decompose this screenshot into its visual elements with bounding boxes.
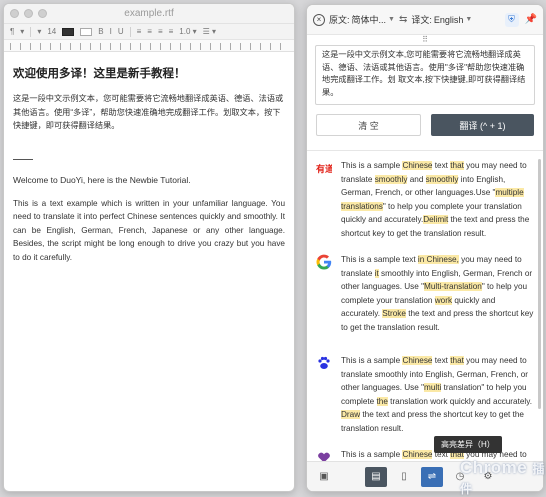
source-language-value: 简体中... [351,15,387,25]
watermark: Chrome 插件 [460,458,546,497]
highlighted-diff: smoothly [374,174,408,184]
line-spacing-select[interactable]: 1.0 ▾ [179,27,196,36]
result-segment: and [407,174,426,184]
chevron-down-icon: ▼ [388,16,395,23]
zoom-window-button[interactable] [38,9,47,18]
close-icon[interactable]: × [313,13,325,26]
source-language-label: 原文: [329,15,350,25]
result-segment: This is a sample [341,450,403,459]
justify-icon[interactable]: ≡ [169,27,174,36]
doc-zh-paragraph: 这是一段中文示例文本，您可能需要将它流畅地翻译成英语、德语、法语或其他语言。使用… [13,94,284,130]
clear-button[interactable]: 清 空 [316,114,421,136]
result-text: This is a sample Chinese text that you m… [341,354,535,435]
highlighted-diff: Chinese [402,356,433,365]
highlighted-diff: that [450,356,464,365]
swap-languages-icon[interactable]: ⇆ [399,14,407,25]
font-family-select[interactable]: ▾ [20,27,24,36]
align-left-icon[interactable]: ≡ [137,27,142,36]
toolbar-divider [129,26,131,37]
highlighted-diff: Draw [341,410,361,419]
target-language-select[interactable]: 译文: English ▼ [411,13,472,26]
result-text: This is a sample text in Chinese, you ma… [341,253,535,334]
doc-divider [13,158,33,160]
header-actions: ⛨ 📌 [504,12,537,27]
minimize-window-button[interactable] [24,9,33,18]
ruler-ticks [10,43,288,50]
result-segment: text [432,161,451,170]
window-controls [10,9,47,18]
editor-filename: example.rtf [124,8,174,19]
result-segment: This is a sample [341,161,403,170]
doc-zh-title: 欢迎使用多译！这里是新手教程！ [13,68,186,80]
highlight-diff-icon[interactable]: ⇌ [421,466,443,487]
close-window-button[interactable] [10,9,19,18]
image-icon[interactable]: ▣ [313,467,335,487]
tooltip-highlight-diff: 高亮差异（H） [434,436,502,453]
translation-results[interactable]: 有道 This is a sample Chinese text that yo… [307,150,543,491]
highlighted-diff: that [450,161,464,170]
highlighted-diff: the [376,396,388,406]
highlighted-diff: Delimit [423,215,449,224]
underline-button[interactable]: U [118,27,124,36]
chevron-down-icon: ▼ [465,16,473,23]
bold-button[interactable]: B [98,27,103,36]
highlighted-diff: Multi-translation [424,282,482,291]
result-google: This is a sample text in Chinese, you ma… [307,253,543,334]
watermark-main: Chrome [460,458,528,477]
result-youdao: 有道 This is a sample Chinese text that yo… [307,159,543,240]
baidu-icon [315,354,333,372]
ruler[interactable] [4,40,294,52]
result-baidu: This is a sample Chinese text that you m… [307,354,543,435]
drag-handle-icon[interactable]: ⠿ [307,35,543,45]
paragraph-style-select[interactable]: ¶ [10,27,14,36]
toolbar-divider [30,26,32,37]
result-segment: translation work quickly and accurately. [387,396,532,406]
result-segment: text [432,356,451,365]
youdao-icon: 有道 [315,159,333,177]
highlighted-diff: Chinese [402,161,433,170]
translator-window: × 原文: 简体中... ▼ ⇆ 译文: English ▼ ⛨ 📌 ⠿ 这是一… [306,4,544,492]
highlighted-diff: in Chinese, [417,255,459,264]
target-language-value: English [433,14,464,25]
shield-icon[interactable]: ⛨ [504,12,519,27]
align-center-icon[interactable]: ≡ [147,27,152,36]
result-text: This is a sample Chinese text that you m… [341,159,535,240]
layout-toggle-icon[interactable]: ▤ [365,466,387,487]
italic-button[interactable]: I [110,27,112,36]
result-segment: This is a sample text [341,255,418,264]
translate-button[interactable]: 翻译 (^ + 1) [431,114,534,136]
format-toolbar: ¶ ▾ ▾ 14 B I U ≡ ≡ ≡ ≡ 1.0 ▾ ☰ ▾ [4,24,294,40]
translator-header: × 原文: 简体中... ▼ ⇆ 译文: English ▼ ⛨ 📌 [307,5,543,35]
highlighted-diff: smoothly [425,174,459,184]
document-body[interactable]: 欢迎使用多译！这里是新手教程！ 这是一段中文示例文本，您可能需要将它流畅地翻译成… [4,52,294,274]
source-language-select[interactable]: 原文: 简体中... ▼ [329,13,395,26]
svg-text:有道: 有道 [316,163,332,174]
target-language-label: 译文: [411,15,432,25]
google-icon [315,253,333,271]
input-actions: 清 空 翻译 (^ + 1) [316,114,534,136]
copy-icon[interactable]: ▯ [393,467,415,487]
text-editor-window: example.rtf ¶ ▾ ▾ 14 B I U ≡ ≡ ≡ ≡ 1.0 ▾… [3,3,295,492]
source-text-input[interactable]: 这是一段中文示例文本,您可能需要将它流畅地翻译成英语、德语、法语或其他语言。使用… [315,45,535,105]
result-segment: the text and press the shortcut key to g… [341,410,524,433]
list-style-select[interactable]: ☰ ▾ [203,27,216,36]
align-right-icon[interactable]: ≡ [158,27,163,36]
doc-en-title: Welcome to DuoYi, here is the Newbie Tut… [13,174,191,185]
pin-icon[interactable]: 📌 [525,14,537,25]
font-size-select[interactable]: 14 [47,27,56,36]
font-style-select[interactable]: ▾ [37,27,41,36]
highlighted-diff: Chinese [402,450,433,459]
text-color-swatch[interactable] [62,27,75,36]
background-color-swatch[interactable] [80,27,93,36]
result-segment: This is a sample [341,356,403,365]
highlighted-diff: multi [424,383,442,392]
highlighted-diff: work [434,295,453,305]
doc-en-paragraph: This is a text example which is written … [13,198,285,262]
editor-titlebar: example.rtf [4,4,294,24]
highlighted-diff: Stroke [382,309,406,318]
